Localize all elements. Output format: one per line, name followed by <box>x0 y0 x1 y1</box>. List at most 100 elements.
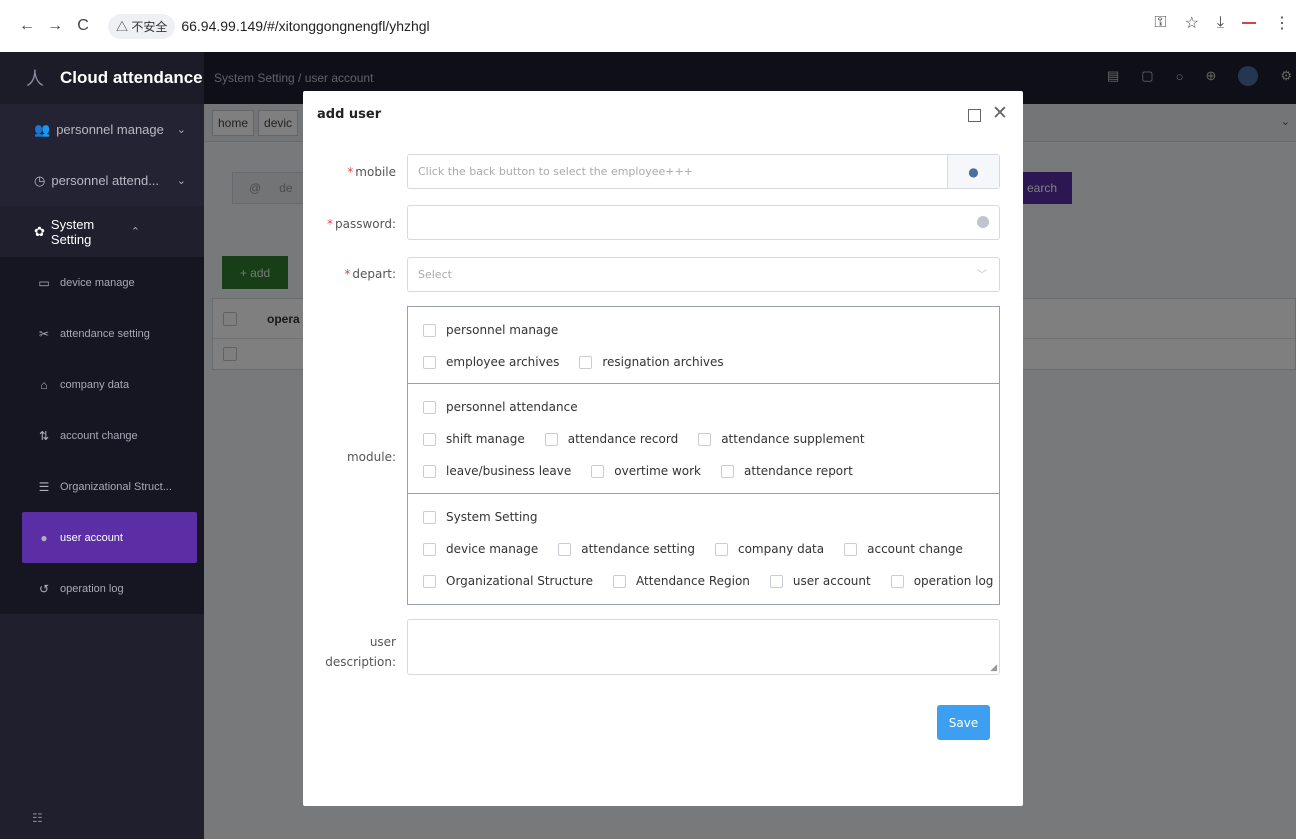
menu-personnel-attendance[interactable]: ◷ personnel attend... ⌄ <box>0 155 204 206</box>
bank-icon: ⌂ <box>40 377 48 392</box>
password-field[interactable] <box>407 205 1000 240</box>
sidebar-item-label: account change <box>60 429 138 442</box>
eye-icon[interactable] <box>977 216 989 228</box>
checkbox-attendance-supplement[interactable]: attendance supplement <box>698 432 865 446</box>
address-bar[interactable]: △ 不安全 66.94.99.149/#/xitonggongnengfl/yh… <box>108 9 1208 43</box>
users-icon: 👥 <box>34 121 51 137</box>
mobile-placeholder: Click the back button to select the empl… <box>418 165 693 178</box>
maximize-icon[interactable] <box>968 109 981 122</box>
gear-icon: ✿ <box>34 223 45 239</box>
menu-dots-icon[interactable]: ⋮ <box>1274 13 1290 33</box>
sidebar-item-device-manage[interactable]: ▭ device manage <box>0 257 204 308</box>
sidebar-item-label: attendance setting <box>60 327 150 340</box>
chevron-down-icon: ﹀ <box>977 270 987 281</box>
sidebar-item-company-data[interactable]: ⌂ company data <box>0 359 204 410</box>
sidebar-item-label: company data <box>60 378 130 391</box>
star-icon[interactable]: ☆ <box>1185 13 1199 33</box>
select-employee-button[interactable]: ● <box>947 155 999 188</box>
checkbox-personnel-manage[interactable]: personnel manage <box>423 323 558 337</box>
module-group-personnel-attendance: personnel attendance shift manage attend… <box>407 383 1000 494</box>
insecure-badge[interactable]: △ 不安全 <box>108 13 176 39</box>
sidebar-item-user-account[interactable]: ● user account <box>22 512 197 563</box>
resize-handle-icon[interactable]: ◢ <box>990 663 997 673</box>
checkbox-system-setting[interactable]: System Setting <box>423 510 538 524</box>
depart-select[interactable]: Select ﹀ <box>407 257 1000 292</box>
monitor-icon: ▭ <box>38 275 50 290</box>
key-icon[interactable]: ⚿ <box>1154 14 1166 32</box>
checkbox-account-change[interactable]: account change <box>844 542 963 556</box>
depart-placeholder: Select <box>418 268 452 281</box>
download-icon[interactable]: ⤓ <box>1217 14 1224 32</box>
checkbox-personnel-attendance[interactable]: personnel attendance <box>423 400 578 414</box>
tree-icon: ☰ <box>38 479 50 494</box>
checkbox-attendance-record[interactable]: attendance record <box>544 432 678 446</box>
mobile-label: * mobile <box>347 165 396 179</box>
logo-icon: ⼈ <box>26 69 44 89</box>
chevron-up-icon: ⌃ <box>130 226 140 238</box>
forward-icon[interactable]: → <box>42 13 68 39</box>
password-label: * password: <box>326 217 396 231</box>
sidebar-item-account-change[interactable]: ⇅ account change <box>0 410 204 461</box>
checkbox-company-data[interactable]: company data <box>714 542 824 556</box>
mobile-field[interactable]: Click the back button to select the empl… <box>407 154 1000 189</box>
menu-personnel-manage[interactable]: 👥 personnel manage ⌄ <box>0 104 204 155</box>
app-title: Cloud attendance <box>60 68 203 87</box>
sidebar-item-label: user account <box>60 531 123 544</box>
checkbox-shift-manage[interactable]: shift manage <box>423 432 525 446</box>
checkbox-organizational-structure[interactable]: Organizational Structure <box>423 574 593 588</box>
checkbox-user-account[interactable]: user account <box>769 574 871 588</box>
sidebar-item-attendance-setting[interactable]: ✂ attendance setting <box>0 308 204 359</box>
extension-icon[interactable] <box>1242 22 1256 24</box>
chevron-down-icon: ⌄ <box>176 124 186 136</box>
checkbox-operation-log[interactable]: operation log <box>890 574 993 588</box>
checkbox-row: shift manage attendance record attendanc… <box>423 432 885 446</box>
sidebar-item-operation-log[interactable]: ↺ operation log <box>0 563 204 614</box>
history-icon: ↺ <box>38 581 50 596</box>
menu-system-setting[interactable]: ✿ System Setting ⌃ <box>0 206 204 257</box>
logo: ⼈ Cloud attendance <box>0 52 204 104</box>
sidebar: ⼈ Cloud attendance 👥 personnel manage ⌄ … <box>0 52 204 839</box>
depart-label: * depart: <box>344 267 396 281</box>
save-button[interactable]: Save <box>937 705 990 740</box>
add-user-dialog: add user ✕ * mobile Click the back button… <box>303 91 1023 806</box>
chevron-down-icon: ⌄ <box>176 175 186 187</box>
sidebar-item-organizational-structure[interactable]: ☰ Organizational Struct... <box>0 461 204 512</box>
checkbox-row: personnel manage <box>423 323 578 337</box>
checkbox-row: employee archives resignation archives <box>423 355 744 369</box>
checkbox-row: Organizational Structure Attendance Regi… <box>423 574 993 588</box>
module-group-system-setting: System Setting device manage attendance … <box>407 493 1000 605</box>
checkbox-row: leave/business leave overtime work atten… <box>423 464 873 478</box>
description-label-line2: description: <box>325 655 396 669</box>
checkbox-attendance-region[interactable]: Attendance Region <box>613 574 750 588</box>
checkbox-employee-archives[interactable]: employee archives <box>423 355 559 369</box>
checkbox-resignation-archives[interactable]: resignation archives <box>579 355 724 369</box>
submenu-system-setting: ▭ device manage ✂ attendance setting ⌂ comp… <box>0 257 204 614</box>
browser-toolbar: ← → C △ 不安全 66.94.99.149/#/xitonggongnen… <box>0 0 1296 52</box>
tools-icon: ✂ <box>38 326 50 341</box>
back-icon[interactable]: ← <box>14 13 40 39</box>
menu-label: personnel manage <box>56 122 164 137</box>
checkbox-attendance-setting[interactable]: attendance setting <box>558 542 695 556</box>
description-label-line1: user <box>369 635 396 649</box>
checkbox-device-manage[interactable]: device manage <box>423 542 538 556</box>
reload-icon[interactable]: C <box>70 13 96 39</box>
menu-label: System Setting <box>50 216 95 247</box>
url-text: 66.94.99.149/#/xitonggongnengfl/yhzhgl <box>181 18 430 34</box>
checkbox-leave-business-leave[interactable]: leave/business leave <box>423 464 571 478</box>
user-icon: ● <box>968 164 979 179</box>
user-description-textarea[interactable]: ◢ <box>407 619 1000 675</box>
checkbox-row: device manage attendance setting company… <box>423 542 983 556</box>
checkbox-row: personnel attendance <box>423 400 598 414</box>
close-icon[interactable]: ✕ <box>992 102 1008 124</box>
swap-icon: ⇅ <box>38 428 50 443</box>
collapse-icon[interactable]: ☷ <box>32 811 43 825</box>
sidebar-item-label: Organizational Struct... <box>60 480 172 493</box>
clock-icon: ◷ <box>34 172 46 188</box>
module-group-personnel-manage: personnel manage employee archives resig… <box>407 306 1000 384</box>
description-label: user description: <box>303 632 396 672</box>
browser-actions: ⚿ ☆ ⤓ ⋮ <box>1154 13 1290 33</box>
checkbox-attendance-report[interactable]: attendance report <box>721 464 853 478</box>
checkbox-overtime-work[interactable]: overtime work <box>591 464 701 478</box>
user-icon: ● <box>40 530 48 545</box>
checkbox-row: System Setting <box>423 510 558 524</box>
